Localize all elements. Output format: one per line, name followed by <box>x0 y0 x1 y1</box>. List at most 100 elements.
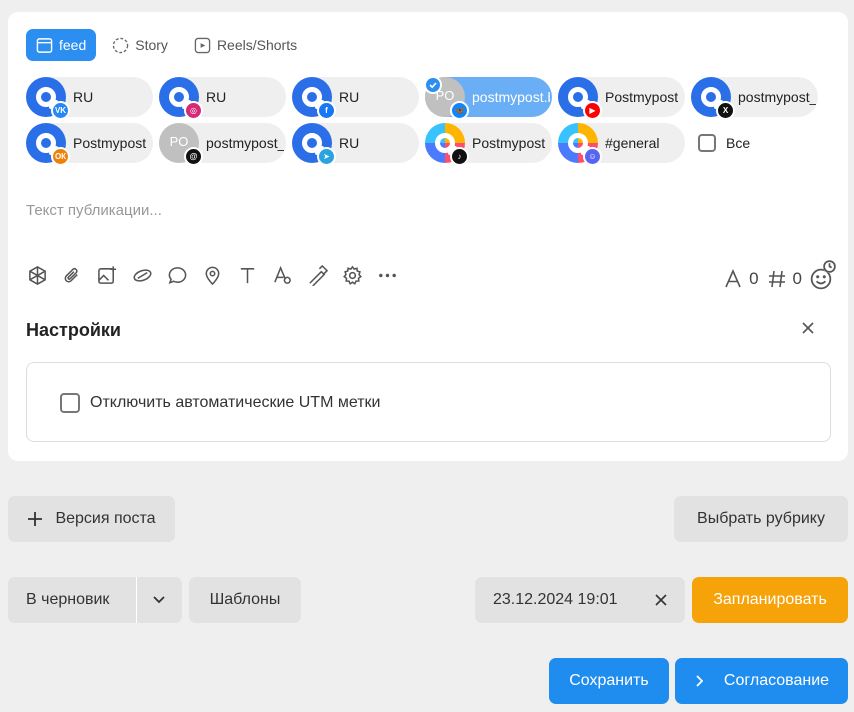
char-count-icon <box>725 269 741 288</box>
tab-feed[interactable]: feed <box>26 29 97 61</box>
account-label: Postmypost <box>472 134 546 151</box>
editor-toolbar <box>26 264 399 287</box>
counters: 0 0 <box>723 260 836 290</box>
char-counter: 0 <box>723 269 759 289</box>
chevron-down-icon[interactable] <box>152 594 166 606</box>
avatar: ➤ <box>292 123 336 166</box>
text-format-icon[interactable] <box>236 264 259 287</box>
select-all-checkbox[interactable]: Все <box>698 134 750 152</box>
account-chip-instagram[interactable]: ◎ RU <box>159 77 286 120</box>
hashtag-set-icon[interactable] <box>131 264 154 287</box>
account-chip-odnoklassniki[interactable]: ОК Postmypost <box>26 123 153 166</box>
facebook-icon: f <box>317 101 336 120</box>
more-icon[interactable] <box>376 264 399 287</box>
draft-button[interactable]: В черновик <box>8 577 182 623</box>
threads-icon: @ <box>184 147 203 166</box>
avatar: PO @ <box>159 123 203 166</box>
account-chip-vk[interactable]: VK RU <box>26 77 153 120</box>
avatar: X <box>691 77 735 120</box>
location-icon[interactable] <box>201 264 224 287</box>
telegram-icon: ➤ <box>317 147 336 166</box>
avatar: ☺ <box>558 123 602 166</box>
comment-icon[interactable] <box>166 264 189 287</box>
send-for-approval-button[interactable]: Согласование <box>675 658 848 704</box>
ai-icon[interactable] <box>26 264 49 287</box>
save-button[interactable]: Сохранить <box>549 658 669 704</box>
chevron-right-icon <box>696 675 704 687</box>
tiktok-icon: ♪ <box>450 147 469 166</box>
checkbox[interactable] <box>698 134 716 152</box>
post-editor-card: feed Story Reels/Shorts VK RU ◎ RU f RU … <box>8 12 848 461</box>
discord-icon: ☺ <box>583 147 602 166</box>
account-chip-tiktok[interactable]: ♪ Postmypost <box>425 123 552 166</box>
account-label: postmypost_rus... <box>206 134 284 151</box>
avatar: ОК <box>26 123 70 166</box>
schedule-label: Запланировать <box>713 591 827 608</box>
feed-icon <box>36 37 53 53</box>
choose-rubric-label: Выбрать рубрику <box>697 510 825 527</box>
emoji-picker[interactable] <box>810 260 836 290</box>
account-chip-telegram[interactable]: ➤ RU <box>292 123 419 166</box>
hashtag-count: 0 <box>792 269 802 288</box>
x-icon: X <box>716 101 735 120</box>
account-label: RU <box>339 134 360 151</box>
selected-check-icon <box>424 76 442 94</box>
tab-story[interactable]: Story <box>102 29 178 61</box>
post-text-input[interactable]: Текст публикации... <box>26 202 162 219</box>
signature-icon[interactable] <box>306 264 329 287</box>
schedule-datetime-value: 23.12.2024 19:01 <box>493 591 618 608</box>
split-divider <box>136 577 137 623</box>
avatar: VK <box>26 77 70 120</box>
save-label: Сохранить <box>569 672 649 689</box>
account-chip-x[interactable]: X postmypost_ru <box>691 77 818 120</box>
tab-story-label: Story <box>135 37 168 53</box>
avatar: ▶ <box>558 77 602 120</box>
account-label: postmypost_ru <box>738 88 816 105</box>
account-chip-threads[interactable]: PO @ postmypost_rus... <box>159 123 286 166</box>
disable-utm-checkbox[interactable]: Отключить автоматические UTM метки <box>60 393 380 413</box>
account-label: Postmypost <box>605 88 679 105</box>
clear-icon[interactable] <box>655 594 667 606</box>
settings-panel: Отключить автоматические UTM метки <box>26 362 831 442</box>
hashtag-counter: 0 <box>767 269 802 289</box>
account-chip-facebook[interactable]: f RU <box>292 77 419 120</box>
account-label: RU <box>339 88 360 105</box>
youtube-icon: ▶ <box>583 101 602 120</box>
account-label: RU <box>206 88 227 105</box>
plus-icon <box>28 512 43 526</box>
story-icon <box>113 37 129 53</box>
draft-label: В черновик <box>26 591 110 608</box>
gear-icon[interactable] <box>341 264 364 287</box>
tab-reels[interactable]: Reels/Shorts <box>184 29 307 61</box>
add-version-button[interactable]: Версия поста <box>8 496 175 542</box>
bluesky-icon: 🦋 <box>450 101 469 120</box>
account-chip-discord[interactable]: ☺ #general <box>558 123 685 166</box>
schedule-button[interactable]: Запланировать <box>692 577 848 623</box>
templates-button[interactable]: Шаблоны <box>189 577 301 623</box>
image-add-icon[interactable] <box>96 264 119 287</box>
avatar: ♪ <box>425 123 469 166</box>
post-type-tabs: feed Story Reels/Shorts <box>26 29 307 61</box>
account-chip-youtube[interactable]: ▶ Postmypost <box>558 77 685 120</box>
clock-icon <box>823 260 836 273</box>
account-label: postmypost.bsk... <box>472 88 550 105</box>
reels-icon <box>194 37 211 53</box>
schedule-datetime-field[interactable]: 23.12.2024 19:01 <box>475 577 685 623</box>
account-label: Postmypost <box>73 134 147 151</box>
account-label: RU <box>73 88 94 105</box>
font-style-icon[interactable] <box>271 264 294 287</box>
settings-title: Настройки <box>26 320 121 340</box>
choose-rubric-button[interactable]: Выбрать рубрику <box>674 496 848 542</box>
checkbox[interactable] <box>60 393 80 413</box>
approval-label: Согласование <box>723 672 830 689</box>
add-version-label: Версия поста <box>55 510 156 527</box>
odnoklassniki-icon: ОК <box>51 147 70 166</box>
disable-utm-label: Отключить автоматические UTM метки <box>90 394 381 411</box>
account-chip-bluesky[interactable]: PO 🦋 postmypost.bsk... <box>424 76 552 120</box>
avatar: f <box>292 77 336 120</box>
tab-feed-label: feed <box>59 37 87 53</box>
close-icon[interactable] <box>800 320 816 340</box>
char-count: 0 <box>749 269 759 288</box>
attach-icon[interactable] <box>61 264 84 287</box>
avatar: ◎ <box>159 77 203 120</box>
